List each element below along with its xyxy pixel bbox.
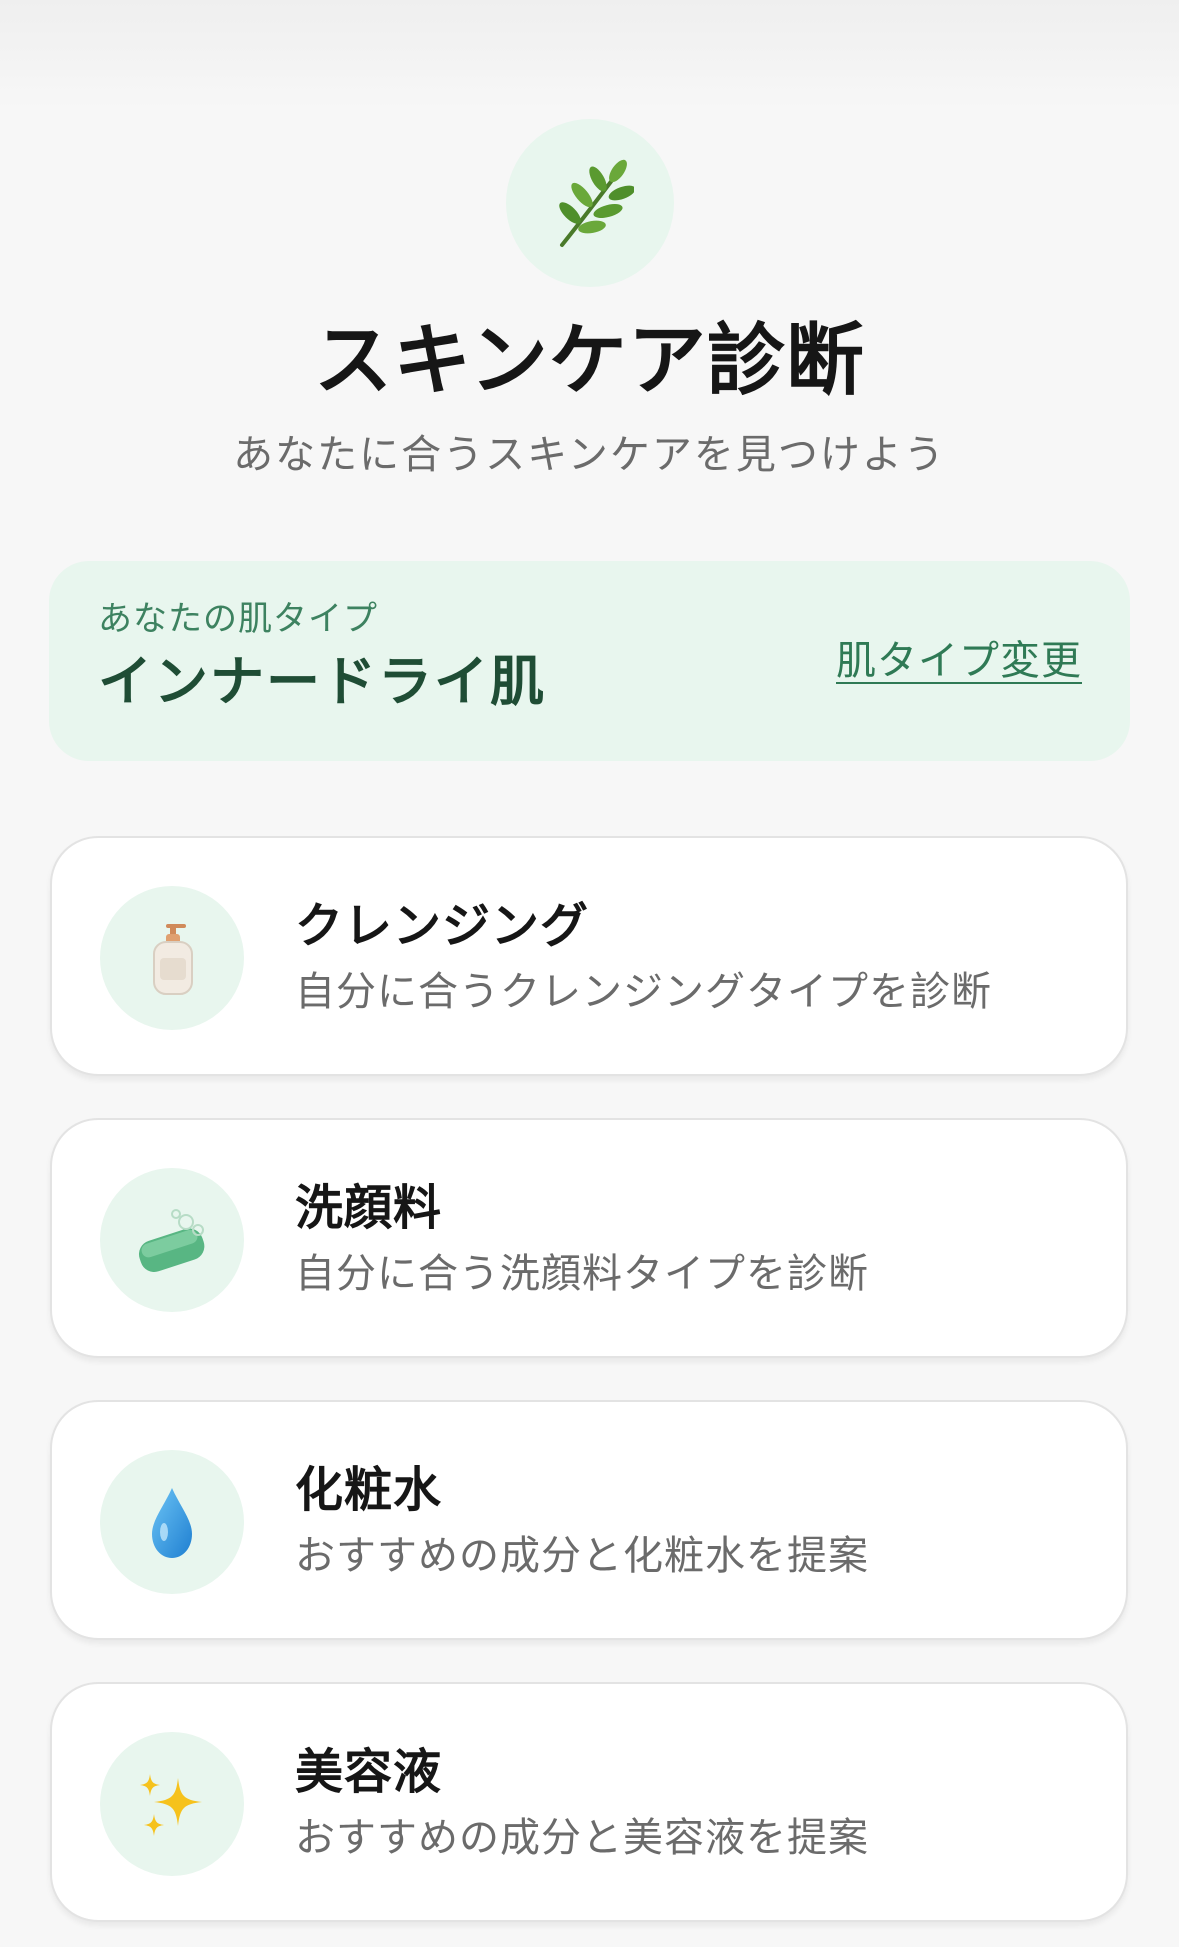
app-logo: [506, 119, 674, 287]
menu-icon-container: [100, 1168, 244, 1312]
cleansing-bottle-icon: [153, 924, 193, 995]
menu-title: クレンジング: [295, 898, 590, 954]
top-shade: [0, 0, 1179, 110]
menu-icon-container: [100, 1450, 244, 1594]
menu-title: 洗顔料: [295, 1180, 443, 1236]
change-skin-type-link[interactable]: 肌タイプ変更: [836, 635, 1082, 687]
page-subtitle: あなたに合うスキンケアを見つけよう: [233, 432, 946, 478]
menu-icon-container: [100, 1732, 244, 1876]
menu-card-cleansing[interactable]: クレンジング 自分に合うクレンジングタイプを診断: [50, 836, 1128, 1076]
menu-card-toner[interactable]: 化粧水 おすすめの成分と化粧水を提案: [50, 1400, 1128, 1640]
menu-card-serum[interactable]: 美容液 おすすめの成分と美容液を提案: [50, 1682, 1128, 1922]
leaf-branch-icon: [559, 159, 634, 247]
skin-type-label: あなたの肌タイプ: [98, 599, 378, 639]
menu-title: 化粧水: [295, 1462, 443, 1518]
sparkles-icon: [140, 1774, 202, 1836]
menu-title: 美容液: [295, 1744, 443, 1800]
menu-icon-container: [100, 886, 244, 1030]
menu-description: 自分に合う洗顔料タイプを診断: [295, 1251, 869, 1297]
page-title: スキンケア診断: [314, 316, 865, 406]
menu-card-face-wash[interactable]: 洗顔料 自分に合う洗顔料タイプを診断: [50, 1118, 1128, 1358]
skin-type-value: インナードライ肌: [98, 650, 546, 713]
menu-description: おすすめの成分と美容液を提案: [295, 1815, 869, 1861]
soap-icon: [138, 1209, 205, 1272]
skin-type-card: あなたの肌タイプ インナードライ肌 肌タイプ変更: [49, 561, 1130, 761]
menu-description: おすすめの成分と化粧水を提案: [295, 1533, 869, 1579]
water-drop-icon: [152, 1488, 192, 1558]
menu-description: 自分に合うクレンジングタイプを診断: [295, 969, 992, 1015]
